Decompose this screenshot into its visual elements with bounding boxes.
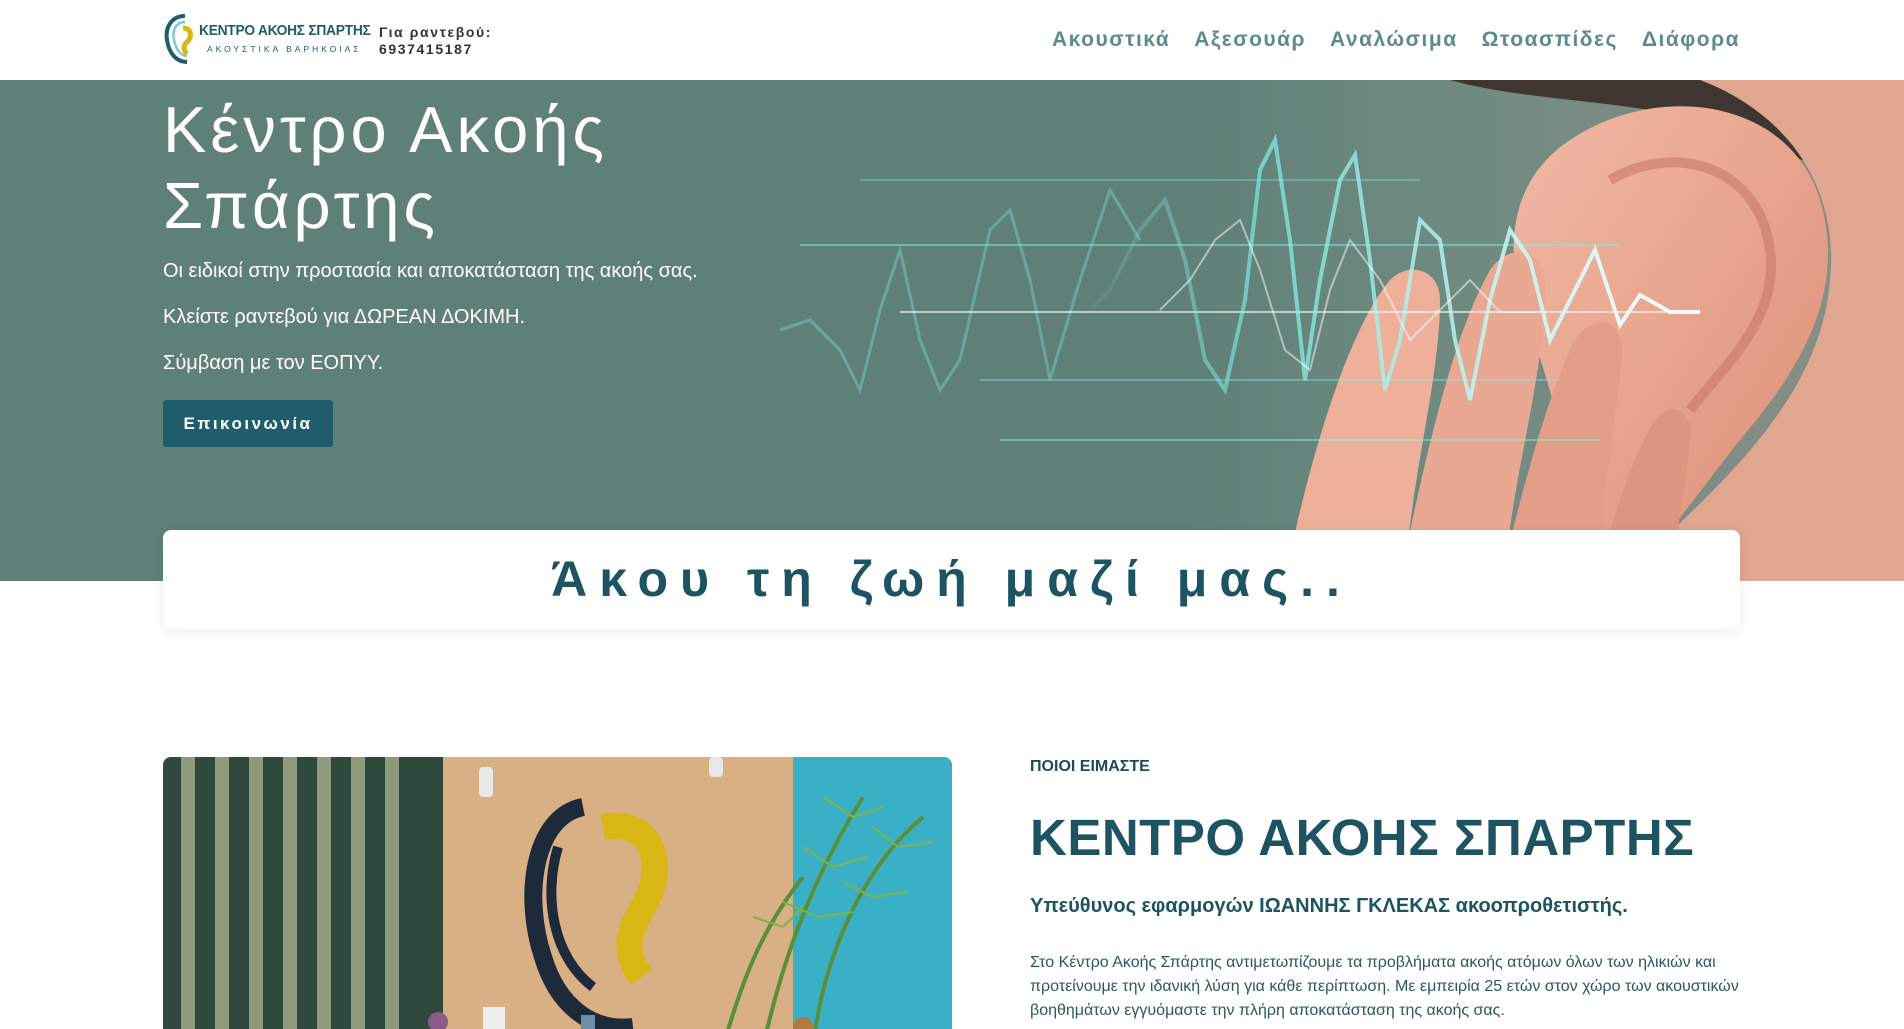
- tagline-text: Άκου τη ζωή μαζί μας..: [551, 551, 1352, 607]
- hero-title-line2: Σπάρτης: [163, 169, 439, 242]
- hero-line-eopyy: Σύμβαση με τον ΕΟΠΥΥ.: [163, 352, 384, 374]
- tagline-card: Άκου τη ζωή μαζί μας..: [163, 530, 1740, 629]
- store-interior-image: [163, 757, 952, 1029]
- nav-item-akoustika[interactable]: Ακουστικά: [1052, 28, 1170, 52]
- about-eyebrow: ΠΟΙΟΙ ΕΙΜΑΣΤΕ: [1030, 758, 1150, 775]
- appointment-phone[interactable]: 6937415187: [379, 41, 492, 58]
- hero-title: Κέντρο Ακοής Σπάρτης: [163, 92, 608, 244]
- main-nav: Ακουστικά Αξεσουάρ Αναλώσιμα Ωτοασπίδες …: [1052, 28, 1740, 52]
- nav-item-diafora[interactable]: Διάφορα: [1642, 28, 1740, 52]
- ear-logo-icon: [164, 14, 193, 64]
- nav-item-otoaspides[interactable]: Ωτοασπίδες: [1482, 28, 1618, 52]
- store-interior-photo: [163, 757, 952, 1029]
- site-logo[interactable]: ΚΕΝΤΡΟ ΑΚΟΗΣ ΣΠΑΡΤΗΣ ΑΚΟΥΣΤΙΚΑ ΒΑΡΗΚΟΙΑΣ: [163, 12, 371, 66]
- logo-subtitle: ΑΚΟΥΣΤΙΚΑ ΒΑΡΗΚΟΙΑΣ: [207, 44, 362, 54]
- nav-item-axesouar[interactable]: Αξεσουάρ: [1194, 28, 1306, 52]
- nav-item-analosima[interactable]: Αναλώσιμα: [1330, 28, 1458, 52]
- about-body: Στο Κέντρο Ακοής Σπάρτης αντιμετωπίζουμε…: [1030, 954, 1739, 1019]
- appointment-label: Για ραντεβού:: [379, 24, 493, 40]
- contact-button[interactable]: Επικοινωνία: [163, 400, 333, 447]
- site-header: ΚΕΝΤΡΟ ΑΚΟΗΣ ΣΠΑΡΤΗΣ ΑΚΟΥΣΤΙΚΑ ΒΑΡΗΚΟΙΑΣ…: [0, 0, 1904, 80]
- about-subtitle: Υπεύθυνος εφαρμογών ΙΩΑΝΝΗΣ ΓΚΛΕΚΑΣ ακοο…: [1030, 895, 1628, 917]
- hero-line-free-trial: Κλείστε ραντεβού για ΔΩΡΕΑΝ ΔΟΚΙΜΗ.: [163, 306, 526, 328]
- appointment-info: Για ραντεβού: 6937415187: [379, 24, 492, 58]
- about-title: ΚΕΝΤΡΟ ΑΚΟΗΣ ΣΠΑΡΤΗΣ: [1030, 809, 1695, 866]
- hero-section: Κέντρο Ακοής Σπάρτης Οι ειδικοί στην προ…: [0, 80, 1904, 581]
- logo-title: ΚΕΝΤΡΟ ΑΚΟΗΣ ΣΠΑΡΤΗΣ: [199, 22, 371, 39]
- hero-line-specialists: Οι ειδικοί στην προστασία και αποκατάστα…: [163, 260, 698, 282]
- hero-title-line1: Κέντρο Ακοής: [163, 93, 608, 166]
